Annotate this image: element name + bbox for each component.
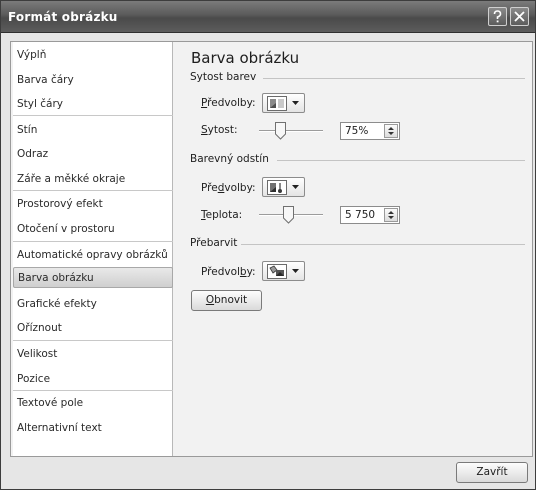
label-part: y: (246, 266, 256, 278)
spin-buttons[interactable] (384, 208, 398, 222)
group-title-tone: Barevný odstín (190, 153, 269, 165)
nav-item-3d-format[interactable]: Prostorový efekt (13, 194, 173, 215)
label-accesskey: S (201, 124, 208, 136)
label-accesskey: O (205, 294, 215, 306)
label-part: bnovit (214, 294, 248, 306)
nav-separator (13, 115, 173, 116)
label-part: volby: (224, 182, 256, 194)
saturation-slider[interactable] (259, 121, 323, 141)
nav-item-crop[interactable]: Oříznout (13, 318, 173, 339)
group-divider (277, 160, 525, 161)
recolor-preset-icon (267, 264, 287, 279)
nav-separator (13, 340, 173, 341)
nav-item-artistic-effects[interactable]: Grafické efekty (13, 294, 173, 315)
dialog-title: Formát obrázku (8, 10, 118, 24)
category-list: Výplň Barva čáry Styl čáry Stín Odraz Zá… (13, 42, 173, 456)
nav-item-line-color[interactable]: Barva čáry (13, 70, 173, 91)
saturation-presets-label: Předvolby: (201, 97, 256, 109)
help-icon (493, 10, 502, 23)
saturation-value: 75% (345, 125, 369, 137)
nav-item-fill[interactable]: Výplň (13, 45, 173, 66)
up-down-arrows-icon (388, 127, 394, 135)
nav-item-picture-corrections[interactable]: Automatické opravy obrázků (13, 245, 173, 266)
label-part: ředvolby: (207, 97, 256, 109)
nav-item-text-box[interactable]: Textové pole (13, 393, 173, 414)
saturation-spinbox[interactable]: 75% (340, 122, 400, 140)
nav-separator (13, 190, 173, 191)
nav-item-picture-color[interactable]: Barva obrázku (13, 267, 173, 288)
nav-item-alt-text[interactable]: Alternativní text (13, 418, 173, 439)
title-bar[interactable]: Formát obrázku (1, 1, 535, 33)
slider-thumb[interactable] (283, 206, 294, 224)
nav-separator (13, 241, 173, 242)
group-title-saturation: Sytost barev (190, 71, 257, 83)
label-part: eplota: (205, 209, 243, 221)
recolor-presets-dropdown[interactable] (262, 261, 305, 281)
close-button[interactable]: Zavřít (456, 462, 528, 483)
slider-thumb[interactable] (275, 122, 286, 140)
tone-presets-dropdown[interactable] (262, 177, 305, 197)
format-picture-dialog: Formát obrázku Výplň Barva čáry Styl čár… (0, 0, 536, 490)
spin-buttons[interactable] (384, 124, 398, 138)
nav-item-position[interactable]: Pozice (13, 369, 173, 390)
label-part: Pře (201, 182, 218, 194)
close-icon (514, 11, 525, 22)
saturation-presets-dropdown[interactable] (262, 93, 305, 113)
nav-item-reflection[interactable]: Odraz (13, 144, 173, 165)
help-button[interactable] (488, 7, 507, 26)
temperature-slider[interactable] (259, 205, 323, 225)
label-part: ytost: (207, 124, 238, 136)
tone-preset-icon (267, 180, 287, 195)
recolor-presets-label: Předvolby: (201, 266, 256, 278)
temperature-spinbox[interactable]: 5 750 (340, 206, 400, 224)
group-divider (241, 244, 525, 245)
slider-track (259, 130, 323, 132)
temperature-value: 5 750 (345, 209, 376, 221)
nav-item-glow[interactable]: Záře a měkké okraje (13, 169, 173, 190)
nav-separator (13, 390, 173, 391)
temperature-label: Teplota: (201, 209, 242, 221)
label-accesskey: b (239, 266, 247, 278)
nav-item-line-style[interactable]: Styl čáry (13, 94, 173, 115)
pane-heading: Barva obrázku (191, 49, 300, 67)
tone-presets-label: Předvolby: (201, 182, 256, 194)
nav-item-shadow[interactable]: Stín (13, 120, 173, 141)
chevron-down-icon (292, 269, 299, 273)
label-part: Předvol (201, 266, 240, 278)
saturation-preset-icon (267, 96, 287, 111)
nav-item-size[interactable]: Velikost (13, 344, 173, 365)
close-window-button[interactable] (510, 7, 529, 26)
nav-item-3d-rotation[interactable]: Otočení v prostoru (13, 219, 173, 240)
chevron-down-icon (292, 101, 299, 105)
saturation-label: Sytost: (201, 124, 238, 136)
up-down-arrows-icon (388, 211, 394, 219)
reset-button[interactable]: Obnovit (191, 290, 262, 311)
chevron-down-icon (292, 185, 299, 189)
group-title-recolor: Přebarvit (190, 237, 238, 249)
group-divider (263, 78, 525, 79)
picture-color-pane: Barva obrázku Sytost barev Předvolby: Sy… (183, 42, 533, 456)
